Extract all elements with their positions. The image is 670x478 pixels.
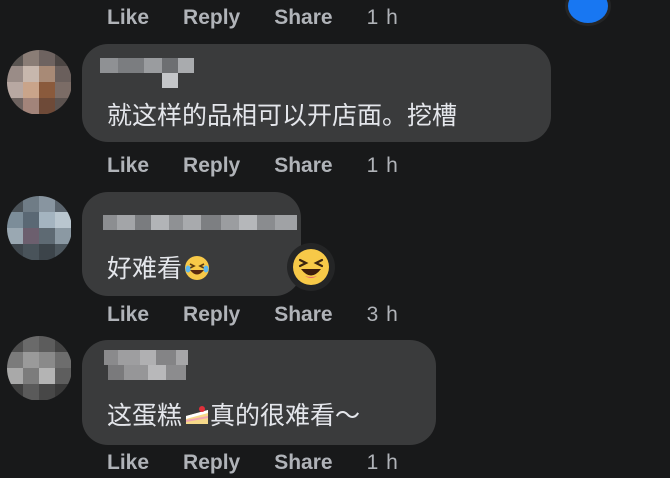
laughing-tears-emoji-icon bbox=[185, 256, 210, 280]
share-button[interactable]: Share bbox=[274, 451, 332, 475]
like-button[interactable]: Like bbox=[107, 451, 149, 475]
comment-timestamp[interactable]: 1 h bbox=[367, 451, 399, 475]
comment-bubble: 这蛋糕 真的很难看～ bbox=[82, 340, 436, 445]
commenter-name[interactable] bbox=[104, 350, 188, 365]
commenter-name[interactable] bbox=[103, 215, 297, 230]
share-button[interactable]: Share bbox=[274, 303, 332, 327]
commenter-name[interactable] bbox=[100, 58, 194, 73]
comment-actions: Like Reply Share 3 h bbox=[107, 303, 399, 327]
like-button[interactable]: Like bbox=[107, 6, 149, 30]
reply-button[interactable]: Reply bbox=[183, 451, 240, 475]
comment-bubble: 好难看 bbox=[82, 192, 301, 296]
comment-actions: Like Reply Share 1 h bbox=[107, 451, 399, 475]
comment-timestamp[interactable]: 1 h bbox=[367, 154, 399, 178]
reaction-bubble[interactable] bbox=[287, 243, 335, 291]
like-button[interactable]: Like bbox=[107, 303, 149, 327]
comment-actions: Like Reply Share 1 h bbox=[107, 154, 399, 178]
comment-timestamp[interactable]: 1 h bbox=[367, 6, 399, 30]
like-button[interactable]: Like bbox=[107, 154, 149, 178]
comment-actions-top: Like Reply Share 1 h bbox=[107, 6, 399, 30]
comment-text: 这蛋糕 真的很难看～ bbox=[107, 396, 360, 432]
comment-text-rest: 真的很难看～ bbox=[210, 401, 361, 430]
reply-button[interactable]: Reply bbox=[183, 154, 240, 178]
comment-timestamp[interactable]: 3 h bbox=[367, 303, 399, 327]
comment-text: 就这样的品相可以开店面。挖槽 bbox=[107, 101, 458, 130]
reply-button[interactable]: Reply bbox=[183, 6, 240, 30]
comment-text-body: 这蛋糕 bbox=[107, 401, 183, 430]
avatar[interactable] bbox=[7, 196, 72, 261]
share-button[interactable]: Share bbox=[274, 154, 332, 178]
comment-text-body: 好难看 bbox=[107, 254, 183, 283]
avatar[interactable] bbox=[7, 50, 72, 115]
share-button[interactable]: Share bbox=[274, 6, 332, 30]
haha-reaction-icon bbox=[293, 249, 329, 285]
comment-text: 好难看 bbox=[107, 249, 210, 285]
avatar[interactable] bbox=[7, 336, 72, 401]
reply-button[interactable]: Reply bbox=[183, 303, 240, 327]
like-reaction-badge bbox=[565, 0, 611, 26]
cake-emoji-icon bbox=[186, 406, 209, 424]
comment-bubble: 就这样的品相可以开店面。挖槽 bbox=[82, 44, 551, 142]
